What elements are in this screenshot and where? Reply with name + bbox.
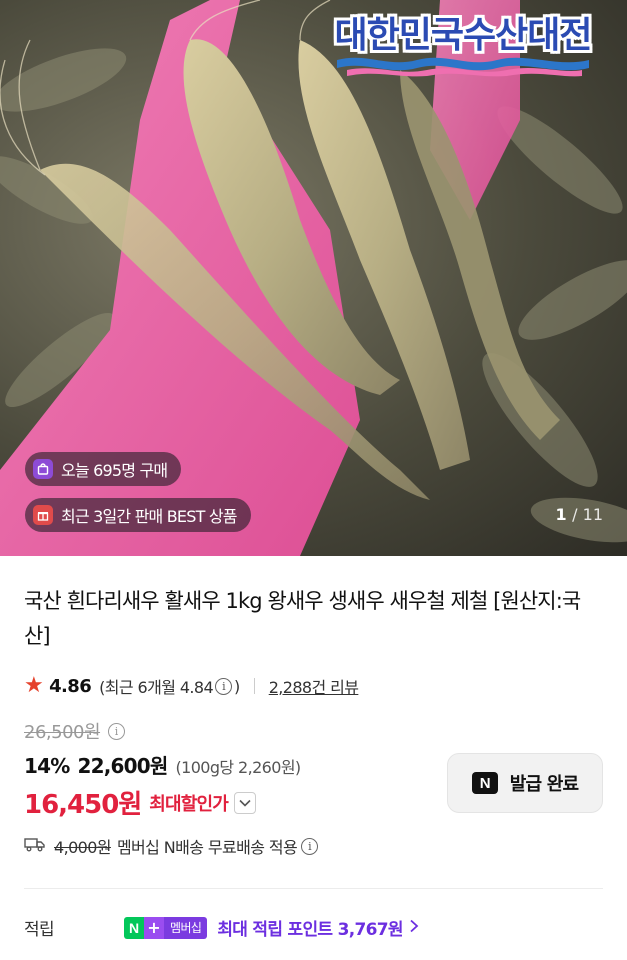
rating-close: ) [234,676,240,696]
original-price: 26,500원 [24,722,101,743]
shopping-bag-icon [33,459,53,479]
max-points-text: 최대 적립 포인트 3,767원 [217,920,403,940]
rating-value: 4.86 [49,675,92,697]
coupon-issued-button[interactable]: N 발급 완료 [447,753,603,813]
festival-logo-text: 대한민국수산대전 [334,15,593,56]
points-row[interactable]: 적립 N + 멤버십 최대 적립 포인트 3,767원 [24,915,603,940]
coupon-button-label: 발급 완료 [509,774,579,795]
naver-n-icon: N [471,772,498,794]
membership-text: 멤버십 [164,916,208,939]
sale-price: 22,600원 [77,754,168,778]
max-discount-label: 최대할인가 [149,793,229,815]
image-pager: 1 / 11 [555,505,603,524]
product-title: 국산 흰다리새우 활새우 1kg 왕새우 생새우 새우철 제철 [원산지:국산] [24,589,581,648]
shipping-info-icon[interactable]: i [301,837,319,855]
shipping-row: 4,000원 멤버십 N배송 무료배송 적용 i [24,834,320,858]
max-discount-row[interactable]: 16,450원 최대할인가 [24,784,257,821]
rating-row: ★ 4.86 (최근 6개월 4.84 i ) 2,288건 리뷰 [24,673,359,699]
pager-total: / 11 [572,505,603,524]
today-purchase-badge: 오늘 695명 구매 [25,452,182,486]
unit-price: (100g당 2,260원) [175,758,301,777]
discount-rate: 14% [24,754,70,778]
divider [253,678,255,694]
today-purchase-text: 오늘 695명 구매 [61,461,168,480]
shipping-text: 멤버십 N배송 무료배송 적용 [116,838,298,857]
max-discount-price: 16,450원 [24,790,142,820]
festival-logo: 대한민국수산대전 [317,0,609,82]
info-icon[interactable]: i [215,677,233,695]
star-icon: ★ [24,673,44,698]
truck-icon [24,836,46,856]
product-image-carousel[interactable]: 대한민국수산대전 오늘 695명 구매 최근 3일간 판매 BEST 상품 1 … [0,0,627,556]
membership-badge: N + 멤버십 [124,916,208,939]
chevron-right-icon[interactable] [409,918,419,937]
shipping-original-fee: 4,000원 [54,838,112,857]
reviews-link[interactable]: 2,288건 리뷰 [269,674,359,698]
gift-icon [33,505,53,525]
best-seller-text: 최근 3일간 판매 BEST 상품 [61,507,238,526]
points-label: 적립 [24,920,55,940]
best-seller-badge: 최근 3일간 판매 BEST 상품 [25,498,251,532]
plus-icon: + [144,916,164,939]
rating-recent: (최근 6개월 4.84 [99,678,214,697]
section-divider [24,888,603,889]
original-price-row: 26,500원 i [24,718,127,744]
sale-price-row: 14% 22,600원 (100g당 2,260원) [24,750,301,779]
price-info-icon[interactable]: i [108,722,126,740]
pager-current: 1 [555,505,567,524]
naver-n-icon: N [124,916,144,939]
chevron-down-icon[interactable] [234,791,257,814]
wave-icon [337,57,589,77]
